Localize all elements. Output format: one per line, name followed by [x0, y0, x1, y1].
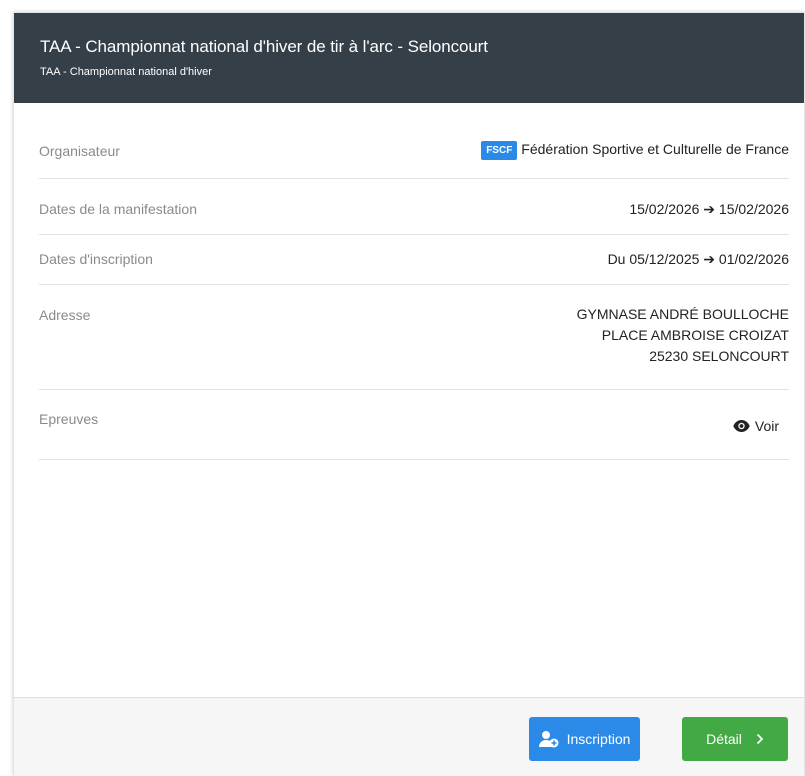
organisateur-label: Organisateur	[39, 143, 120, 159]
organisateur-name: Fédération Sportive et Culturelle de Fra…	[521, 141, 789, 158]
epreuves-label: Epreuves	[39, 411, 99, 427]
event-title: TAA - Championnat national d'hiver de ti…	[40, 37, 488, 56]
event-card: TAA - Championnat national d'hiver de ti…	[13, 12, 805, 776]
adresse-label: Adresse	[39, 307, 91, 323]
adresse-line: 25230 SELONCOURT	[649, 348, 789, 364]
dates-manifestation-label: Dates de la manifestation	[39, 201, 197, 217]
row-dates-manifestation: Dates de la manifestation 15/02/2026 ➔ 1…	[39, 179, 789, 235]
user-plus-icon	[538, 731, 559, 748]
event-subtitle: TAA - Championnat national d'hiver	[40, 66, 212, 78]
inscription-button[interactable]: Inscription	[529, 717, 640, 761]
adresse-line: PLACE AMBROISE CROIZAT	[601, 327, 789, 343]
card-footer: Inscription Détail	[14, 697, 804, 776]
inscription-label: Inscription	[566, 731, 631, 747]
detail-label: Détail	[706, 731, 742, 747]
row-epreuves: Epreuves Voir	[39, 390, 789, 460]
detail-button[interactable]: Détail	[682, 717, 788, 761]
adresse-line: GYMNASE ANDRÉ BOULLOCHE	[576, 306, 789, 322]
card-header: TAA - Championnat national d'hiver de ti…	[14, 13, 804, 103]
organisateur-value: FSCF Fédération Sportive et Culturelle de…	[481, 141, 789, 160]
eye-icon	[733, 420, 750, 432]
chevron-right-icon	[756, 733, 764, 745]
dates-inscription-value: Du 05/12/2025 ➔ 01/02/2026	[607, 251, 789, 267]
adresse-value: GYMNASE ANDRÉ BOULLOCHE PLACE AMBROISE C…	[577, 304, 789, 367]
row-adresse: Adresse GYMNASE ANDRÉ BOULLOCHE PLACE AM…	[39, 285, 789, 390]
info-list: Organisateur FSCF Fédération Sportive et …	[39, 133, 789, 460]
voir-epreuves-link[interactable]: Voir	[733, 418, 779, 434]
dates-inscription-label: Dates d'inscription	[39, 251, 153, 267]
row-dates-inscription: Dates d'inscription Du 05/12/2025 ➔ 01/0…	[39, 235, 789, 285]
dates-manifestation-value: 15/02/2026 ➔ 15/02/2026	[629, 201, 789, 217]
row-organisateur: Organisateur FSCF Fédération Sportive et …	[39, 133, 789, 179]
voir-label: Voir	[754, 418, 779, 434]
fscf-badge: FSCF	[481, 141, 518, 160]
